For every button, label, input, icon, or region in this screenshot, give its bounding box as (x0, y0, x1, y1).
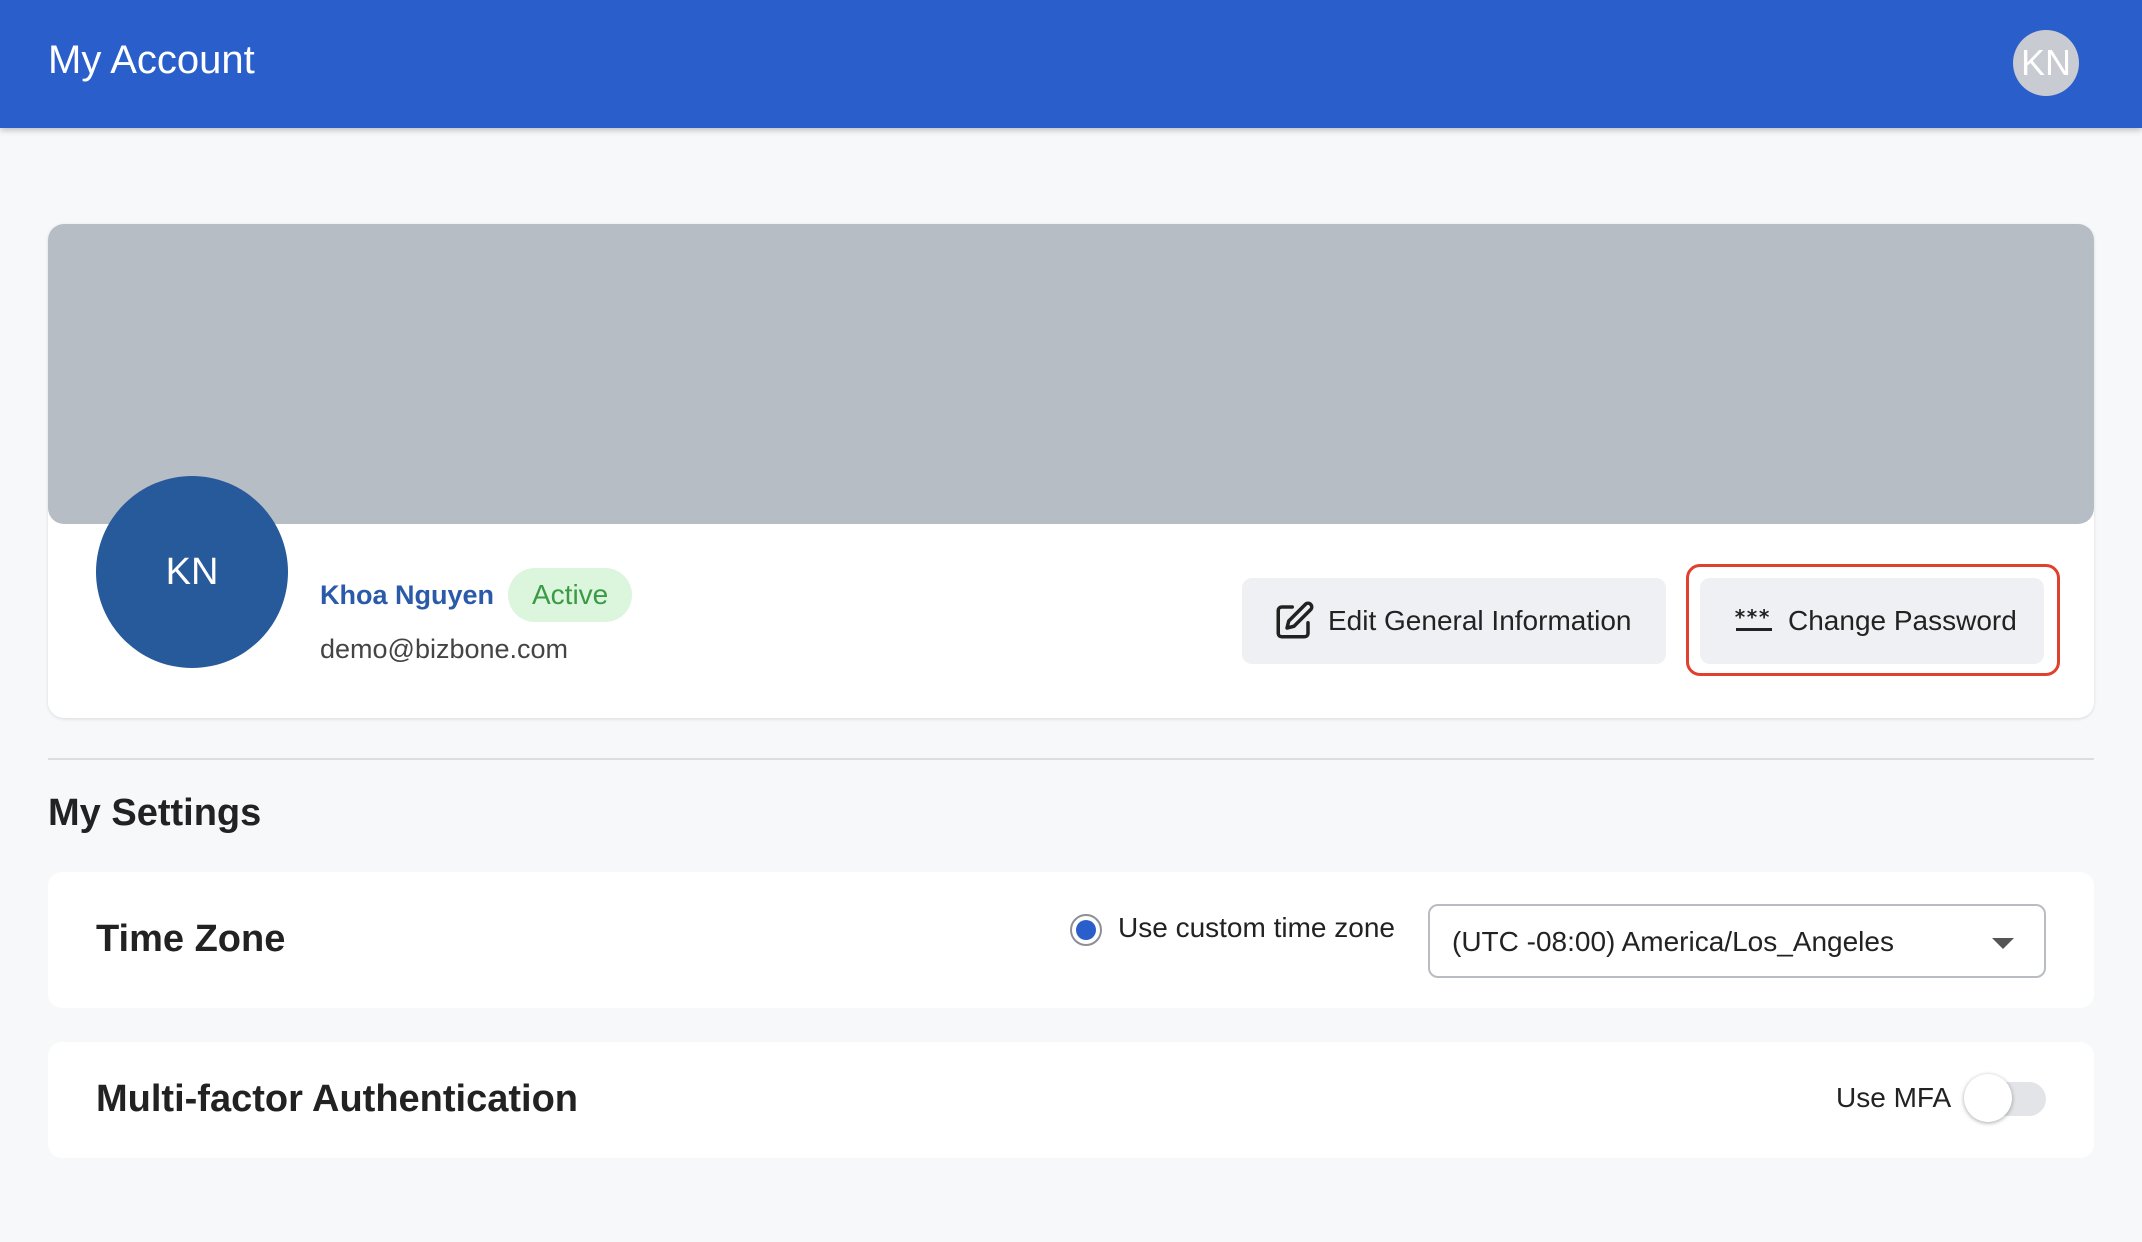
status-badge: Active (508, 568, 633, 622)
change-password-label: Change Password (1788, 605, 2017, 636)
radio-selected-dot (1076, 920, 1096, 940)
time-zone-card: Time Zone Use custom time zone (UTC -08:… (48, 872, 2094, 1008)
edit-icon (1272, 599, 1316, 643)
custom-time-zone-label[interactable]: Use custom time zone (1118, 912, 1395, 944)
change-password-button[interactable]: *** Change Password (1700, 578, 2044, 664)
edit-general-information-button[interactable]: Edit General Information (1242, 578, 1666, 664)
profile-cover (48, 224, 2094, 524)
user-name: Khoa Nguyen (320, 580, 495, 610)
page-title: My Account (48, 38, 255, 82)
svg-text:***: *** (1734, 606, 1770, 629)
account-avatar-button[interactable]: KN (2013, 30, 2079, 96)
mfa-card: Multi-factor Authentication Use MFA (48, 1042, 2094, 1158)
profile-avatar: KN (96, 476, 288, 668)
top-app-bar: My Account KN (0, 0, 2142, 128)
settings-title: My Settings (48, 792, 262, 834)
custom-time-zone-radio[interactable] (1070, 914, 1102, 946)
time-zone-title: Time Zone (96, 918, 286, 960)
toggle-knob (1964, 1074, 2012, 1122)
profile-card: KN Khoa Nguyen Active demo@bizbone.com E… (48, 224, 2094, 718)
edit-button-label: Edit General Information (1328, 605, 1632, 636)
time-zone-select[interactable]: (UTC -08:00) America/Los_Angeles (1428, 904, 2046, 978)
mfa-toggle[interactable] (1964, 1074, 2046, 1124)
mfa-title: Multi-factor Authentication (96, 1078, 578, 1120)
chevron-down-icon (1992, 938, 2014, 949)
password-icon: *** (1732, 599, 1776, 643)
time-zone-value: (UTC -08:00) America/Los_Angeles (1452, 926, 1894, 957)
section-divider (48, 758, 2094, 760)
use-mfa-label: Use MFA (1836, 1082, 1952, 1113)
user-email: demo@bizbone.com (320, 634, 569, 664)
